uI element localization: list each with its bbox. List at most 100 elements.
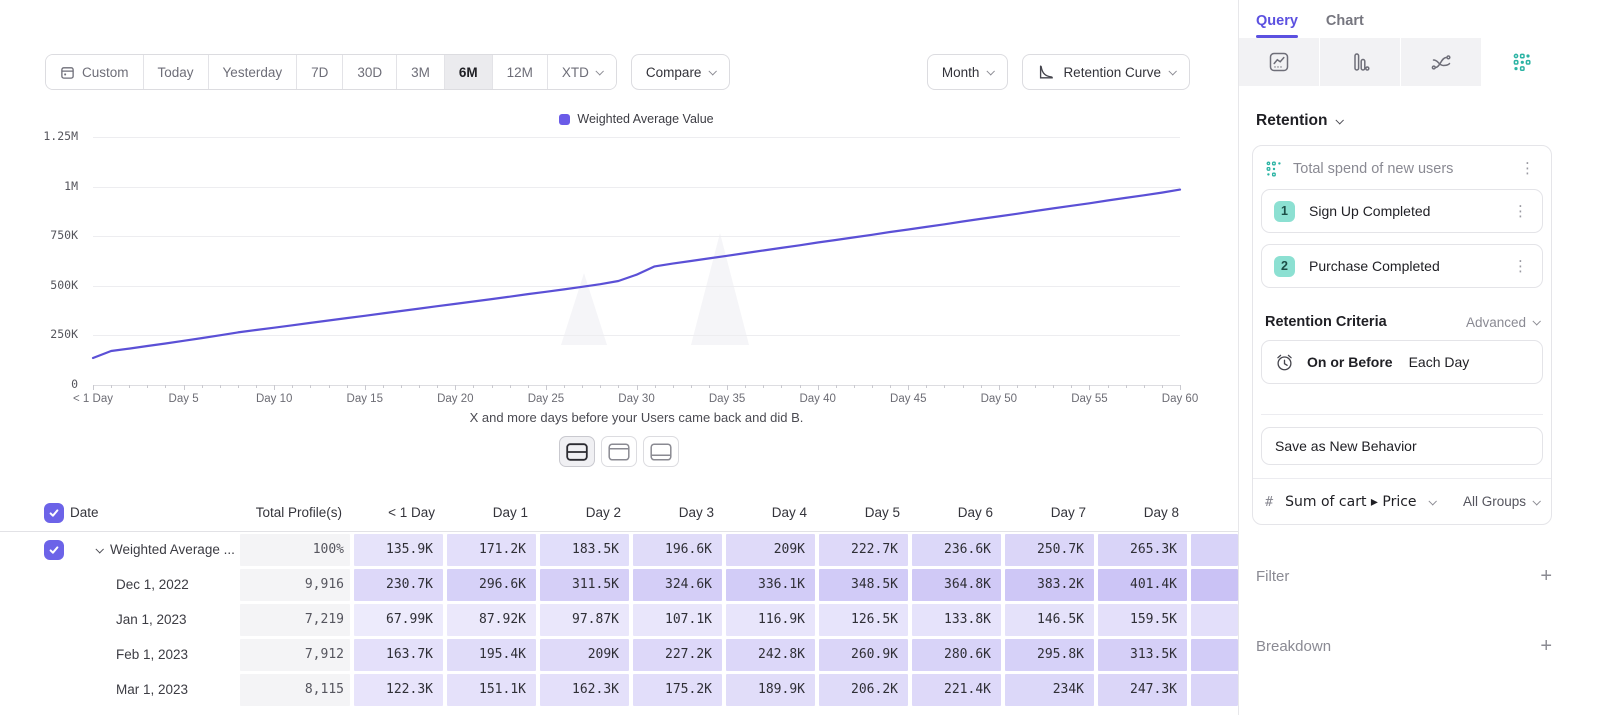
column-header[interactable]: < 1 Day: [352, 494, 445, 531]
all-groups-dropdown[interactable]: All Groups: [1463, 494, 1539, 509]
report-main: CustomToday Yesterday 7D30D3M6M 12M XTD Comp…: [0, 0, 1238, 715]
range-today[interactable]: Today: [143, 55, 208, 89]
row-label[interactable]: Jan 1, 2023: [70, 602, 238, 637]
x-axis-tick: [1162, 385, 1163, 388]
x-axis-tick: [944, 385, 945, 388]
behavior-kebab-menu[interactable]: ⋮: [1516, 159, 1539, 178]
row-label[interactable]: Feb 1, 2023: [70, 637, 238, 672]
chevron-down-icon: [987, 67, 995, 75]
range-label: 12M: [507, 65, 533, 80]
toolbar: CustomToday Yesterday 7D30D3M6M 12M XTD Comp…: [45, 54, 1190, 90]
x-axis-tick: [329, 385, 330, 388]
x-axis-tick: [908, 385, 909, 390]
x-axis-tick: [745, 385, 746, 388]
retention-criteria-header: Retention Criteria Advanced: [1265, 314, 1539, 330]
x-axis-label: Day 50: [981, 393, 1017, 405]
criteria-period-dropdown[interactable]: Each Day: [1409, 354, 1470, 370]
save-as-new-behavior-button[interactable]: Save as New Behavior: [1261, 427, 1543, 465]
behavior-header[interactable]: Total spend of new users ⋮: [1253, 146, 1551, 189]
column-header[interactable]: Day 5: [817, 494, 910, 531]
step-sign-up-completed[interactable]: 1 Sign Up Completed ⋮: [1261, 189, 1543, 233]
chevron-down-icon: [709, 67, 717, 75]
granularity-button[interactable]: Month: [927, 54, 1009, 90]
row-checkbox[interactable]: [44, 540, 64, 560]
retention-value-cell: [1191, 569, 1238, 601]
add-breakdown-button[interactable]: +: [1540, 635, 1552, 658]
x-axis-label: < 1 Day: [73, 393, 113, 405]
range-xtd[interactable]: XTD: [547, 55, 616, 89]
step-label: Purchase Completed: [1309, 258, 1495, 274]
step-label: Sign Up Completed: [1309, 203, 1495, 219]
add-filter-button[interactable]: +: [1540, 565, 1552, 588]
insights-icon: [1268, 51, 1290, 73]
filter-label: Filter: [1256, 568, 1289, 585]
retention-value-cell: 296.6K: [447, 569, 536, 601]
table-row: Feb 1, 20237,912163.7K195.4K209K227.2K24…: [0, 637, 1238, 672]
x-axis-tick: [528, 385, 529, 388]
column-header[interactable]: Day 4: [724, 494, 817, 531]
breakdown-section[interactable]: Breakdown +: [1256, 635, 1552, 658]
column-header[interactable]: Day 7: [1003, 494, 1096, 531]
chart-type-button[interactable]: Retention Curve: [1022, 54, 1190, 90]
tab-chart[interactable]: Chart: [1326, 13, 1364, 38]
column-header-date[interactable]: Date: [70, 494, 238, 531]
filter-section[interactable]: Filter +: [1256, 565, 1552, 588]
retention-report-tab[interactable]: [1482, 38, 1562, 86]
tab-query[interactable]: Query: [1256, 13, 1298, 38]
range-30d[interactable]: 30D: [342, 55, 396, 89]
row-label[interactable]: Dec 1, 2022: [70, 567, 238, 602]
x-axis-tick: [963, 385, 964, 388]
chevron-down-icon: [1532, 497, 1540, 505]
range-6m[interactable]: 6M: [444, 55, 492, 89]
row-label[interactable]: Mar 1, 2023: [70, 672, 238, 707]
range-custom[interactable]: Custom: [46, 55, 143, 89]
row-label[interactable]: Weighted Average ...: [70, 532, 238, 567]
table-row: Jan 1, 20237,21967.99K87.92K97.87K107.1K…: [0, 602, 1238, 637]
range-yesterday[interactable]: Yesterday: [208, 55, 297, 89]
column-header[interactable]: Total Profile(s): [238, 494, 352, 531]
step-kebab-menu[interactable]: ⋮: [1509, 202, 1532, 221]
retention-value-cell: [1191, 674, 1238, 706]
x-axis-label: Day 10: [256, 393, 292, 405]
chart-view-toggle[interactable]: [601, 436, 637, 467]
range-7d[interactable]: 7D: [296, 55, 342, 89]
advanced-dropdown[interactable]: Advanced: [1466, 315, 1539, 330]
table-view-toggle[interactable]: [643, 436, 679, 467]
x-axis-tick: [1126, 385, 1127, 388]
range-label: Yesterday: [223, 65, 283, 80]
column-header[interactable]: Day 2: [538, 494, 631, 531]
criteria-row[interactable]: On or Before Each Day: [1261, 340, 1543, 384]
chart-legend[interactable]: Weighted Average Value: [93, 112, 1180, 126]
column-header[interactable]: Day 1: [445, 494, 538, 531]
step-kebab-menu[interactable]: ⋮: [1509, 257, 1532, 276]
compare-button[interactable]: Compare: [631, 54, 731, 90]
criteria-operator[interactable]: On or Before: [1307, 354, 1393, 370]
column-header[interactable]: Day 8: [1096, 494, 1189, 531]
column-header[interactable]: Day 6: [910, 494, 1003, 531]
x-axis-tick: [582, 385, 583, 388]
range-12m[interactable]: 12M: [492, 55, 547, 89]
x-axis-tick: [347, 385, 348, 388]
flows-report-tab[interactable]: [1401, 38, 1481, 86]
table-header-row: DateTotal Profile(s)< 1 DayDay 1Day 2Day…: [0, 494, 1238, 532]
x-axis-tick: [111, 385, 112, 388]
measure-row[interactable]: # Sum of cart ▸ Price All Groups: [1253, 478, 1551, 524]
retention-section-dropdown[interactable]: Retention: [1256, 112, 1600, 130]
split-view-toggle[interactable]: [559, 436, 595, 467]
range-label: XTD: [562, 65, 589, 80]
row-checkbox[interactable]: [44, 503, 64, 523]
column-header[interactable]: Day 3: [631, 494, 724, 531]
funnels-report-tab[interactable]: [1320, 38, 1400, 86]
number-property-icon: #: [1265, 494, 1273, 510]
x-axis-tick: [618, 385, 619, 388]
measure-property-dropdown[interactable]: Sum of cart ▸ Price: [1285, 494, 1416, 510]
range-3m[interactable]: 3M: [396, 55, 444, 89]
insights-report-tab[interactable]: [1239, 38, 1319, 86]
y-axis-label: 1M: [22, 179, 78, 193]
behavior-steps: 1 Sign Up Completed ⋮ 2 Purchase Complet…: [1253, 189, 1551, 288]
step-purchase-completed[interactable]: 2 Purchase Completed ⋮: [1261, 244, 1543, 288]
x-axis-label: Day 30: [618, 393, 654, 405]
x-axis-tick: [781, 385, 782, 388]
x-axis-tick: [1180, 385, 1181, 390]
x-axis-tick: [818, 385, 819, 390]
